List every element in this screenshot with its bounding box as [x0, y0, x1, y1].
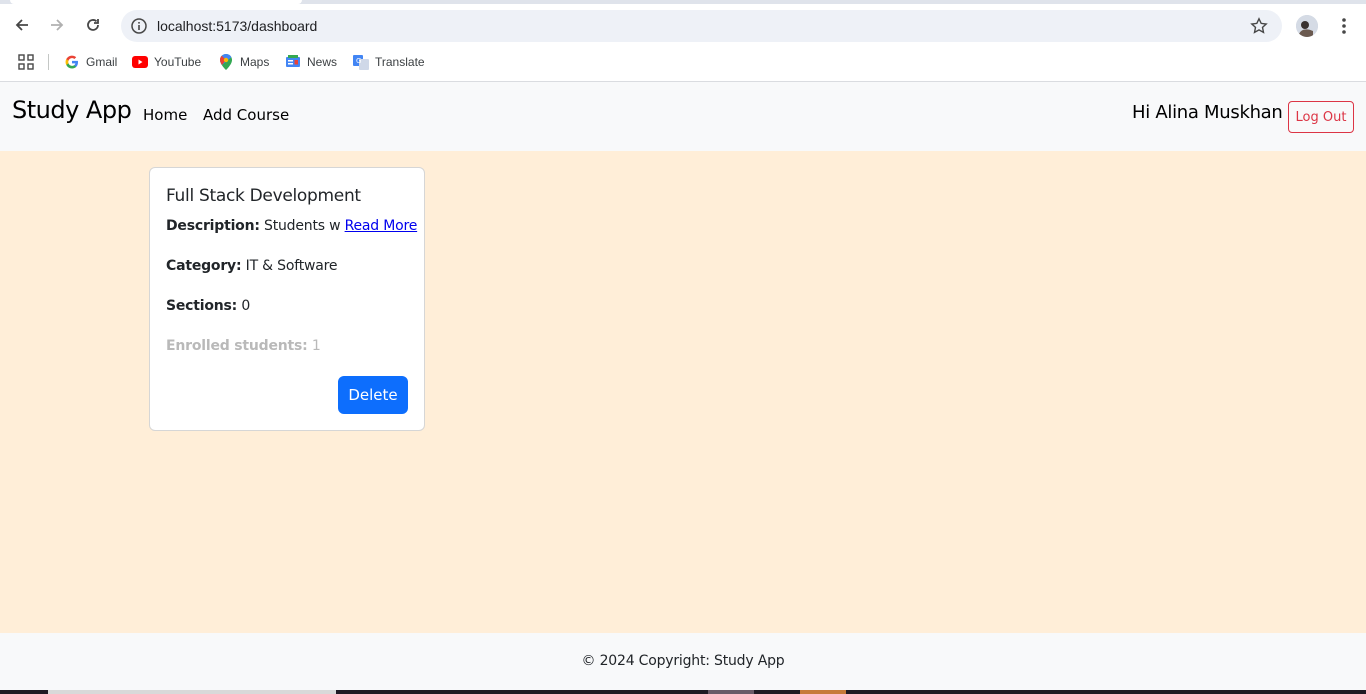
copyright-text: © 2024 Copyright: Study App: [581, 653, 785, 669]
url-text[interactable]: localhost:5173/dashboard: [157, 10, 317, 42]
course-category: Category: IT & Software: [166, 258, 337, 274]
arrow-left-icon: [15, 19, 28, 31]
avatar-icon: [1296, 15, 1318, 37]
forward-button[interactable]: [44, 12, 70, 38]
course-title: Full Stack Development: [166, 186, 361, 206]
description-value: Students w: [264, 218, 341, 234]
site-info-icon[interactable]: [130, 17, 148, 35]
taskbar-search[interactable]: [48, 690, 336, 694]
sections-label: Sections:: [166, 298, 238, 314]
taskbar-app[interactable]: [800, 690, 846, 694]
bookmark-label: Maps: [240, 55, 270, 69]
app-navbar: Study App Home Add Course Hi Alina Muskh…: [0, 82, 1366, 151]
delete-course-button[interactable]: Delete: [338, 376, 408, 414]
description-label: Description:: [166, 218, 260, 234]
back-button[interactable]: [9, 12, 35, 38]
brand-logo[interactable]: Study App: [12, 96, 132, 124]
nav-link-home[interactable]: Home: [143, 106, 187, 124]
page-footer: © 2024 Copyright: Study App: [0, 633, 1366, 690]
translate-icon: G: [353, 54, 369, 70]
dashboard-main: Full Stack Development Description: Stud…: [0, 151, 1366, 633]
bookmark-label: News: [307, 55, 338, 69]
bookmarks-separator: [48, 54, 49, 70]
os-taskbar: [0, 690, 1366, 694]
course-enrolled: Enrolled students: 1: [166, 338, 321, 354]
bookmark-gmail[interactable]: Gmail: [64, 50, 117, 74]
kebab-menu-icon: [1342, 18, 1346, 34]
browser-menu-button[interactable]: [1336, 15, 1352, 37]
enrolled-value: 1: [311, 338, 321, 354]
bookmark-news[interactable]: News: [285, 50, 337, 74]
address-bar[interactable]: localhost:5173/dashboard: [121, 10, 1282, 42]
bookmark-youtube[interactable]: YouTube: [132, 50, 201, 74]
category-label: Category:: [166, 258, 242, 274]
arrow-right-icon: [51, 19, 64, 31]
reload-button[interactable]: [80, 12, 106, 38]
course-description: Description: Students w Read More: [166, 218, 417, 234]
browser-toolbar: localhost:5173/dashboard: [0, 4, 1366, 46]
course-sections: Sections: 0: [166, 298, 250, 314]
apps-grid-icon[interactable]: [18, 54, 34, 70]
google-icon: [64, 54, 80, 70]
news-icon: [285, 54, 301, 70]
bookmark-label: YouTube: [154, 55, 202, 69]
profile-avatar[interactable]: [1296, 15, 1318, 37]
bookmark-label: Gmail: [86, 55, 118, 69]
svg-text:G: G: [356, 57, 361, 65]
course-card: Full Stack Development Description: Stud…: [149, 167, 425, 431]
reload-icon: [87, 19, 99, 31]
bookmark-label: Translate: [375, 55, 425, 69]
bookmark-translate[interactable]: G Translate: [353, 50, 425, 74]
youtube-icon: [132, 54, 148, 70]
enrolled-label: Enrolled students:: [166, 338, 308, 354]
nav-link-add-course[interactable]: Add Course: [203, 106, 289, 124]
read-more-link[interactable]: Read More: [345, 218, 418, 234]
bookmark-maps[interactable]: Maps: [218, 50, 269, 74]
user-greeting: Hi Alina Muskhan: [1132, 102, 1283, 123]
bookmark-star-icon[interactable]: [1250, 17, 1268, 35]
bookmarks-bar: Gmail YouTube Maps News G Translate: [0, 46, 1366, 82]
category-value: IT & Software: [245, 258, 338, 274]
sections-value: 0: [241, 298, 251, 314]
maps-icon: [218, 54, 234, 70]
logout-button[interactable]: Log Out: [1288, 101, 1354, 133]
taskbar-app[interactable]: [708, 690, 754, 694]
